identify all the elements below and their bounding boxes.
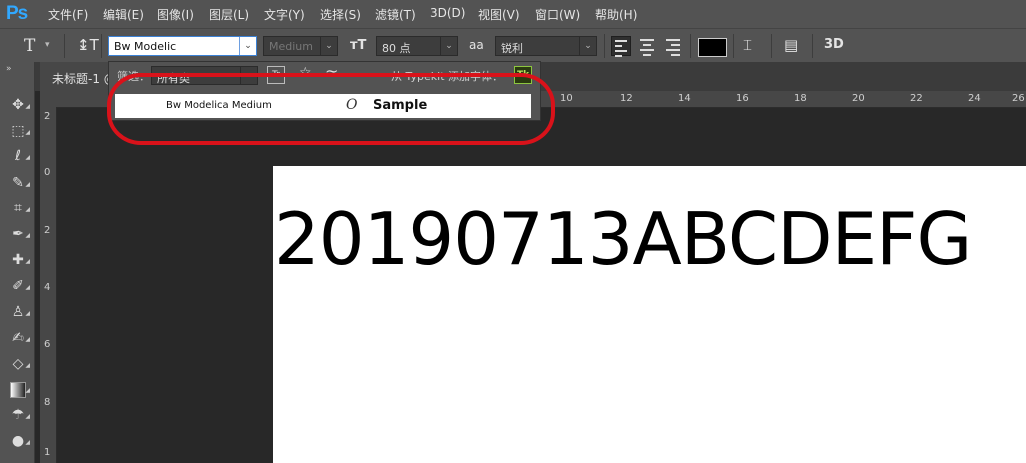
brush-tool-icon[interactable]: ✐ ◢ (9, 277, 30, 295)
character-panel-icon[interactable]: ▤ (784, 36, 798, 54)
vertical-ruler: 2 0 2 4 6 8 1 (40, 107, 57, 463)
font-class-filter-select[interactable]: 所有类 ⌄ (151, 66, 258, 85)
ruler-label: 0 (44, 167, 51, 178)
ruler-label: 4 (44, 282, 51, 293)
menu-help[interactable]: 帮助(H) (595, 6, 637, 23)
font-list-dropdown: 筛选： 所有类 ⌄ Tr ☆ ≈ 从 Typekit 添加字体： Tk Bw M… (108, 61, 541, 121)
warp-text-icon[interactable]: ⌶ (743, 36, 752, 54)
canvas-text-layer[interactable]: 20190713ABCDEFG (274, 203, 972, 275)
menu-file[interactable]: 文件(F) (48, 6, 88, 23)
chevron-down-icon[interactable]: ⌄ (440, 37, 457, 55)
lasso-tool-icon[interactable]: ℓ ◢ (9, 147, 30, 165)
menu-layer[interactable]: 图层(L) (209, 6, 249, 23)
menu-view[interactable]: 视图(V) (478, 6, 520, 23)
ruler-label: 12 (620, 93, 633, 104)
collapse-panel-icon[interactable]: » (6, 64, 12, 74)
marquee-tool-icon[interactable]: ⬚ ◢ (9, 122, 30, 140)
align-left-icon[interactable] (611, 36, 631, 57)
ruler-label: 18 (794, 93, 807, 104)
separator (64, 34, 65, 58)
gradient-tool-icon[interactable]: ◢ (9, 380, 30, 398)
typekit-badge[interactable]: Tk (514, 66, 532, 84)
text-color-swatch[interactable] (698, 38, 727, 57)
font-family-input[interactable]: Bw Modelic ⌄ (108, 36, 257, 56)
separator (733, 34, 734, 58)
anti-alias-icon: aa (469, 38, 484, 52)
ruler-label: 6 (44, 339, 51, 350)
eyedropper-tool-icon[interactable]: ✒ ◢ (9, 225, 30, 243)
healing-brush-tool-icon[interactable]: ✚ ◢ (9, 251, 30, 269)
crop-tool-icon[interactable]: ⌗ ◢ (9, 199, 30, 217)
font-style-select[interactable]: Medium ⌄ (263, 36, 338, 56)
chevron-down-icon[interactable]: ⌄ (239, 37, 256, 55)
ruler-label: 24 (968, 93, 981, 104)
font-sample: Sample (373, 98, 428, 113)
typekit-label: 从 Typekit 添加字体： (391, 70, 503, 83)
ruler-label: 14 (678, 93, 691, 104)
font-style-value: Medium (269, 40, 313, 53)
3d-button[interactable]: 3D (824, 37, 844, 52)
menu-3d[interactable]: 3D(D) (430, 6, 465, 20)
anti-alias-value: 锐利 (501, 42, 523, 55)
menu-filter[interactable]: 滤镜(T) (375, 6, 416, 23)
type-tool-preset-icon[interactable]: T (24, 36, 35, 56)
font-size-value: 80 点 (382, 42, 411, 55)
font-size-select[interactable]: 80 点 ⌄ (376, 36, 458, 56)
ruler-label: 1 (44, 447, 51, 458)
ruler-label: 22 (910, 93, 923, 104)
separator (812, 34, 813, 58)
menu-bar: Ps 文件(F) 编辑(E) 图像(I) 图层(L) 文字(Y) 选择(S) 滤… (0, 0, 1026, 28)
chevron-down-icon[interactable]: ⌄ (320, 37, 337, 55)
menu-image[interactable]: 图像(I) (157, 6, 194, 23)
menu-edit[interactable]: 编辑(E) (103, 6, 144, 23)
separator (690, 34, 691, 58)
tools-panel: » ✥ ◢ ⬚ ◢ ℓ ◢ ✎ ◢ ⌗ ◢ ✒ ◢ ✚ ◢ ✐ ◢ ♙ ◢ ✍ ◢ ◇ ◢ ◢ ☂ ◢ … (0, 62, 35, 463)
ruler-label: 8 (44, 397, 51, 408)
blur-tool-icon[interactable]: ☂ ◢ (9, 406, 30, 424)
font-list-item[interactable]: Bw Modelica Medium O Sample (115, 94, 531, 118)
opentype-icon: O (346, 97, 358, 113)
photoshop-logo: Ps (6, 3, 28, 24)
chevron-down-icon[interactable]: ⌄ (579, 37, 596, 55)
orientation-toggle-icon[interactable]: ↨T (77, 36, 99, 54)
favorites-star-icon[interactable]: ☆ (299, 65, 312, 81)
clone-stamp-tool-icon[interactable]: ♙ ◢ (9, 303, 30, 321)
similar-fonts-icon[interactable]: Tr (267, 66, 285, 84)
eraser-tool-icon[interactable]: ◇ ◢ (9, 355, 30, 373)
font-filter-row: 筛选： 所有类 ⌄ Tr ☆ ≈ 从 Typekit 添加字体： Tk (109, 62, 540, 92)
dodge-tool-icon[interactable]: ● ◢ (9, 432, 30, 450)
move-tool-icon[interactable]: ✥ ◢ (9, 96, 30, 114)
align-right-icon[interactable] (663, 36, 683, 56)
separator (604, 34, 605, 58)
font-size-icon: ᴛT (350, 38, 367, 53)
filter-label: 筛选： (117, 70, 150, 83)
ruler-label: 20 (852, 93, 865, 104)
ruler-label: 26 (1012, 93, 1025, 104)
ruler-label: 2 (44, 225, 51, 236)
align-center-icon[interactable] (637, 36, 657, 56)
chevron-down-icon[interactable]: ⌄ (240, 67, 257, 84)
ruler-label: 16 (736, 93, 749, 104)
options-bar: T ▾ ↨T Bw Modelic ⌄ Medium ⌄ ᴛT 80 点 ⌄ a… (0, 28, 1026, 64)
document-tab[interactable]: 未标题-1 @ (40, 62, 112, 91)
ruler-label: 10 (560, 93, 573, 104)
font-family-value: Bw Modelic (114, 40, 177, 53)
separator (101, 34, 102, 58)
chevron-down-icon[interactable]: ▾ (45, 40, 50, 50)
font-name: Bw Modelica Medium (166, 100, 272, 111)
similar-shape-icon[interactable]: ≈ (325, 63, 338, 82)
menu-window[interactable]: 窗口(W) (535, 6, 580, 23)
quick-selection-tool-icon[interactable]: ✎ ◢ (9, 174, 30, 192)
menu-select[interactable]: 选择(S) (320, 6, 361, 23)
menu-type[interactable]: 文字(Y) (264, 6, 305, 23)
font-class-filter-value: 所有类 (157, 72, 190, 85)
ruler-label: 2 (44, 111, 51, 122)
separator (771, 34, 772, 58)
history-brush-tool-icon[interactable]: ✍ ◢ (9, 329, 30, 347)
anti-alias-select[interactable]: 锐利 ⌄ (495, 36, 597, 56)
